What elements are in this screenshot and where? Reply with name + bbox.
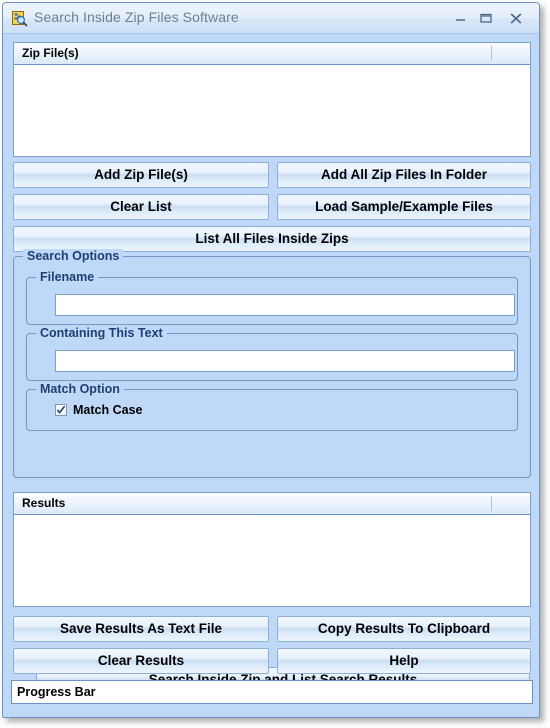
add-zip-files-button[interactable]: Add Zip File(s) — [13, 162, 269, 188]
match-case-checkbox[interactable] — [55, 404, 67, 416]
client-area: Zip File(s) Add Zip File(s) Add All Zip … — [3, 34, 539, 717]
column-divider[interactable] — [491, 496, 492, 511]
match-case-label: Match Case — [73, 403, 143, 417]
containing-this-text-group: Containing This Text — [26, 326, 518, 381]
zip-files-column-header: Zip File(s) — [22, 46, 79, 60]
match-option-group: Match Option Match Case — [26, 382, 518, 431]
save-results-as-text-file-button[interactable]: Save Results As Text File — [13, 616, 269, 642]
help-button[interactable]: Help — [277, 648, 531, 674]
load-sample-example-files-button[interactable]: Load Sample/Example Files — [277, 194, 531, 220]
maximize-icon[interactable] — [473, 3, 499, 32]
search-options-group: Search Options Filename Containing This … — [13, 249, 531, 693]
match-option-caption: Match Option — [36, 382, 124, 396]
results-column-header: Results — [22, 496, 66, 510]
zip-files-list-header[interactable]: Zip File(s) — [14, 43, 530, 65]
clear-results-button[interactable]: Clear Results — [13, 648, 269, 674]
add-all-zip-files-in-folder-button[interactable]: Add All Zip Files In Folder — [277, 162, 531, 188]
minimize-icon[interactable] — [447, 3, 473, 32]
column-divider[interactable] — [491, 46, 492, 61]
results-list-header[interactable]: Results — [14, 493, 530, 515]
window-title: Search Inside Zip Files Software — [34, 9, 239, 25]
application-window: Search Inside Zip Files Software Zip Fil… — [2, 2, 540, 718]
search-options-caption: Search Options — [23, 249, 124, 263]
zip-search-app-icon — [11, 10, 28, 27]
zip-files-list[interactable]: Zip File(s) — [13, 42, 531, 157]
containing-this-text-caption: Containing This Text — [36, 326, 167, 340]
results-list[interactable]: Results — [13, 492, 531, 607]
progress-bar-label: Progress Bar — [17, 685, 96, 699]
progress-bar: Progress Bar — [11, 680, 533, 704]
copy-results-to-clipboard-button[interactable]: Copy Results To Clipboard — [277, 616, 531, 642]
close-icon[interactable] — [503, 3, 529, 32]
filename-caption: Filename — [36, 270, 99, 284]
clear-list-button[interactable]: Clear List — [13, 194, 269, 220]
filename-input[interactable] — [55, 294, 515, 316]
title-bar: Search Inside Zip Files Software — [3, 3, 539, 34]
filename-group: Filename — [26, 270, 518, 325]
containing-this-text-input[interactable] — [55, 350, 515, 372]
